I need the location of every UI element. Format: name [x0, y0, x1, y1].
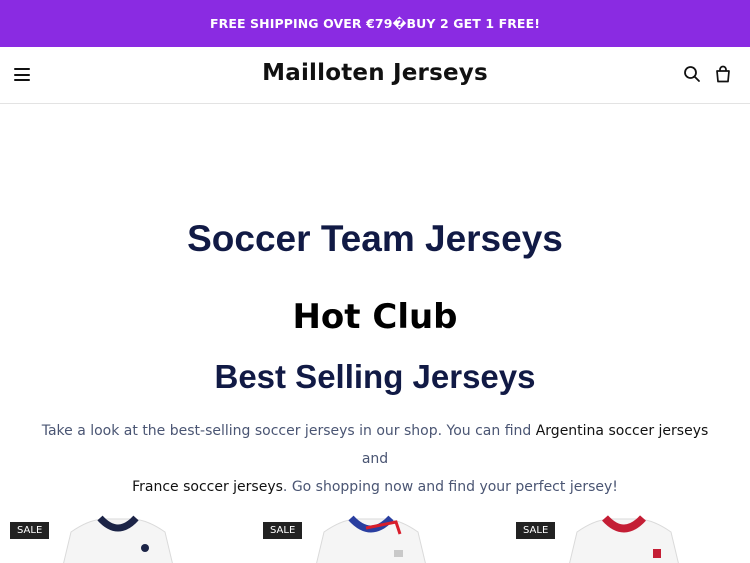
sale-badge: SALE — [263, 522, 303, 539]
section-title: Soccer Team Jerseys — [187, 218, 563, 259]
product-card[interactable]: SALE — [8, 514, 233, 563]
collection-description: Take a look at the best-selling soccer j… — [30, 417, 720, 501]
announcement-bar: FREE SHIPPING OVER €79�BUY 2 GET 1 FREE! — [0, 0, 750, 47]
argentina-jerseys-link[interactable]: Argentina soccer jerseys — [536, 423, 709, 439]
france-jerseys-link[interactable]: France soccer jerseys — [132, 479, 283, 495]
sale-badge: SALE — [516, 522, 556, 539]
jersey-image[interactable] — [296, 514, 446, 563]
collection-title: Hot Club — [292, 297, 458, 337]
collection-subtitle: Best Selling Jerseys — [214, 358, 536, 395]
search-icon[interactable] — [683, 65, 701, 83]
desc-text-2: and — [361, 451, 389, 467]
product-card[interactable]: SALE — [261, 514, 486, 563]
desc-text-3: . Go shopping now and find your perfect … — [282, 479, 618, 495]
site-logo[interactable]: Mailloten Jerseys — [0, 60, 750, 86]
jersey-image[interactable] — [549, 514, 699, 563]
sale-badge: SALE — [10, 522, 50, 539]
site-header: Mailloten Jerseys — [0, 47, 750, 104]
desc-text-1: Take a look at the best-selling soccer j… — [41, 423, 536, 439]
bag-icon[interactable] — [714, 65, 732, 83]
jersey-image[interactable] — [43, 514, 193, 563]
announcement-text: FREE SHIPPING OVER €79�BUY 2 GET 1 FREE! — [209, 16, 541, 31]
product-card[interactable]: SALE — [514, 514, 739, 563]
